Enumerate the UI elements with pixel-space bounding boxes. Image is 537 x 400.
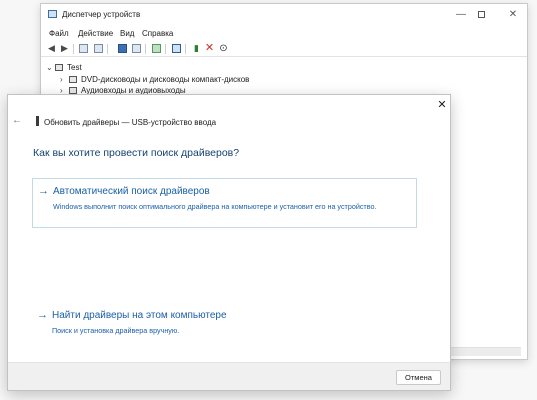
auto-search-title: Автоматический поиск драйверов <box>53 186 210 197</box>
cancel-button[interactable]: Отмена <box>396 370 441 385</box>
chevron-down-icon[interactable]: ⌄ <box>46 62 55 74</box>
close-window-button[interactable]: ✕ <box>495 6 531 24</box>
toolbar-separator <box>145 44 146 54</box>
menu-file[interactable]: Файл <box>49 29 69 38</box>
usb-device-icon <box>36 116 39 126</box>
update-driver-icon[interactable] <box>151 43 162 54</box>
scan-hardware-icon[interactable] <box>171 43 182 54</box>
add-device-icon[interactable]: ▮ <box>191 43 202 54</box>
toolbar-separator <box>165 44 166 54</box>
browse-computer-title: Найти драйверы на этом компьютере <box>52 310 227 321</box>
arrow-right-icon: → <box>37 309 48 321</box>
toolbar-separator <box>107 44 108 54</box>
auto-search-option[interactable]: → Автоматический поиск драйверов Windows… <box>32 178 417 228</box>
auto-search-description: Windows выполнит поиск оптимального драй… <box>53 202 377 211</box>
device-manager-icon <box>48 10 57 18</box>
disable-device-icon[interactable]: ⊙ <box>218 43 229 54</box>
browse-computer-description: Поиск и установка драйвера вручную. <box>52 326 180 335</box>
menu-help[interactable]: Справка <box>142 29 173 38</box>
toolbar: ◀ ▶ ▮ ✕ ⊙ <box>41 41 527 57</box>
maximize-button[interactable] <box>463 6 499 24</box>
maximize-icon <box>477 10 485 18</box>
menu-bar: Файл Действие Вид Справка <box>41 26 527 41</box>
back-arrow-icon[interactable]: ← <box>12 116 22 126</box>
browse-computer-option[interactable]: → Найти драйверы на этом компьютере Поис… <box>32 309 417 337</box>
forward-arrow-icon[interactable]: ▶ <box>59 43 70 54</box>
toolbar-separator <box>73 44 74 54</box>
window-title: Диспетчер устройств <box>62 10 141 19</box>
horizontal-scrollbar[interactable] <box>451 347 521 356</box>
tree-root[interactable]: ⌄ Test <box>46 62 82 74</box>
dialog-footer: Отмена <box>8 362 450 390</box>
menu-view[interactable]: Вид <box>120 29 134 38</box>
update-drivers-dialog: ✕ ← Обновить драйверы — USB-устройство в… <box>7 94 451 391</box>
tree-item-label: DVD-дисководы и дисководы компакт-дисков <box>81 75 250 84</box>
toolbar-separator <box>185 44 186 54</box>
computer-icon <box>55 64 63 72</box>
tree-root-label: Test <box>67 63 82 72</box>
dvd-drive-icon <box>69 76 77 84</box>
list-view-icon[interactable] <box>93 43 104 54</box>
dialog-heading: Как вы хотите провести поиск драйверов? <box>33 147 240 159</box>
help-icon[interactable] <box>117 43 128 54</box>
menu-action[interactable]: Действие <box>78 29 113 38</box>
properties-icon[interactable] <box>131 43 142 54</box>
uninstall-icon[interactable]: ✕ <box>204 43 215 54</box>
dialog-title: Обновить драйверы — USB-устройство ввода <box>44 118 217 127</box>
back-arrow-icon[interactable]: ◀ <box>46 43 57 54</box>
arrow-right-icon: → <box>38 185 49 197</box>
close-icon[interactable]: ✕ <box>435 98 449 112</box>
title-bar: Диспетчер устройств — ✕ <box>41 4 527 25</box>
properties-pane-icon[interactable] <box>78 43 89 54</box>
